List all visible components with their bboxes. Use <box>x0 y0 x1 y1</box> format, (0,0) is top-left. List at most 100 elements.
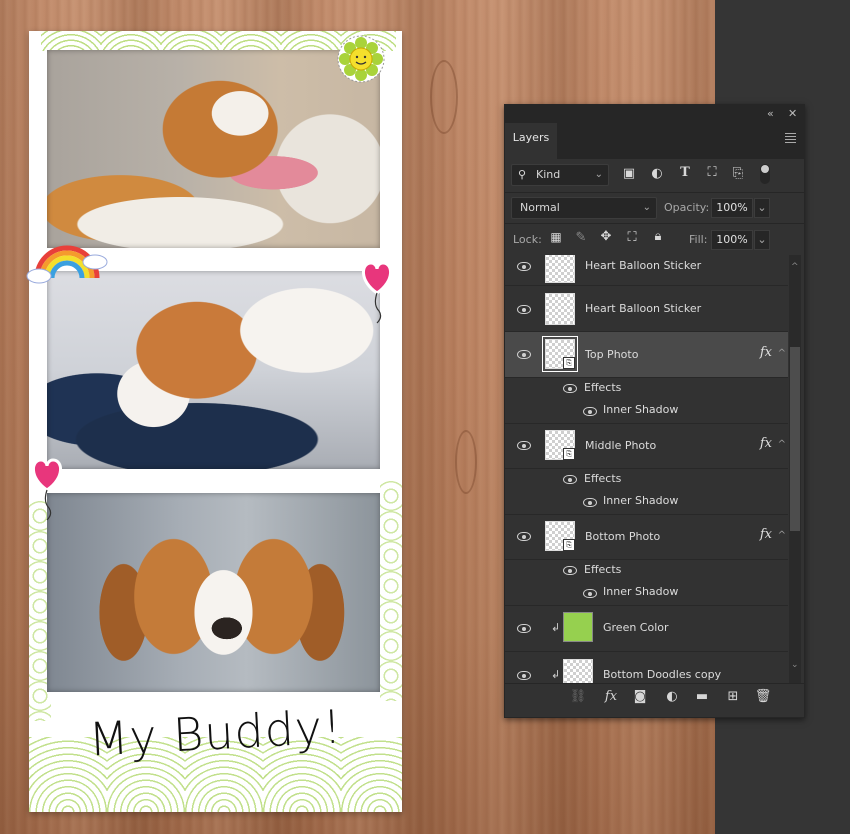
scroll-down-arrow[interactable]: ⌄ <box>791 660 799 670</box>
layers-list: Heart Balloon Sticker Heart Balloon Stic… <box>505 255 788 683</box>
blend-mode-value: Normal <box>520 201 560 214</box>
layer-name: Heart Balloon Sticker <box>585 259 702 272</box>
fill-dropdown-button[interactable]: ⌄ <box>754 230 770 250</box>
delete-layer-icon[interactable]: 🗑︎ <box>754 689 772 704</box>
fx-icon[interactable]: fx <box>760 436 772 451</box>
visibility-eye-icon[interactable] <box>563 475 577 484</box>
close-panel-button[interactable]: ✕ <box>788 107 797 120</box>
layer-thumbnail <box>545 293 575 325</box>
lock-artboard-icon[interactable]: ⛶ <box>623 230 641 245</box>
image-filter-icon[interactable]: ▣ <box>620 166 638 181</box>
panel-footer: ⛓ fx ◙ ◐ ▬ ⊞ 🗑︎ <box>505 683 804 710</box>
fx-icon[interactable]: fx <box>602 689 620 704</box>
layer-row[interactable]: Heart Balloon Sticker <box>505 255 788 286</box>
effect-row[interactable]: Inner Shadow <box>505 399 788 424</box>
visibility-eye-icon[interactable] <box>517 441 531 450</box>
effects-row[interactable]: Effects <box>505 468 788 490</box>
layer-row-selected[interactable]: ⎘ Top Photo fx ^ <box>505 332 788 378</box>
shape-filter-icon[interactable]: ⛶ <box>703 165 721 180</box>
visibility-eye-icon[interactable] <box>517 305 531 314</box>
middle-photo[interactable] <box>47 271 380 469</box>
layer-thumbnail <box>545 255 575 283</box>
fill-input[interactable]: 100% <box>711 230 753 250</box>
visibility-eye-icon[interactable] <box>517 671 531 680</box>
visibility-eye-icon[interactable] <box>517 262 531 271</box>
effect-row[interactable]: Inner Shadow <box>505 581 788 606</box>
effect-name: Inner Shadow <box>603 494 679 507</box>
collapse-effects-icon[interactable]: ^ <box>778 348 786 359</box>
visibility-eye-icon[interactable] <box>517 350 531 359</box>
effects-row[interactable]: Effects <box>505 559 788 581</box>
effects-row[interactable]: Effects <box>505 377 788 399</box>
clipping-mask-icon: ↲ <box>551 668 561 681</box>
bottom-photo[interactable] <box>47 493 380 692</box>
wood-knot <box>430 60 458 134</box>
collapse-effects-icon[interactable]: ^ <box>778 530 786 541</box>
new-group-icon[interactable]: ▬ <box>693 689 711 704</box>
side-doodles <box>380 481 402 701</box>
layer-row[interactable]: ↲ Green Color <box>505 605 788 652</box>
panel-menu-icon[interactable] <box>785 133 796 145</box>
smart-object-icon: ⎘ <box>563 448 575 460</box>
lock-transparent-pixels-icon[interactable]: ▦ <box>547 230 565 244</box>
layer-row[interactable]: Heart Balloon Sticker <box>505 285 788 332</box>
lock-label: Lock: <box>513 233 542 246</box>
heart-balloon-sticker[interactable] <box>355 255 399 325</box>
effect-row[interactable]: Inner Shadow <box>505 490 788 515</box>
adjustment-layer-icon[interactable]: ◐ <box>663 689 681 704</box>
visibility-eye-icon[interactable] <box>517 624 531 633</box>
type-filter-icon[interactable]: T <box>676 165 694 180</box>
layer-row[interactable]: ↲ Bottom Doodles copy <box>505 652 788 683</box>
opacity-input[interactable]: 100% <box>711 198 753 218</box>
layer-row[interactable]: ⎘ Bottom Photo fx ^ <box>505 514 788 560</box>
clipping-mask-icon: ↲ <box>551 621 561 634</box>
visibility-eye-icon[interactable] <box>563 566 577 575</box>
visibility-eye-icon[interactable] <box>517 532 531 541</box>
opacity-dropdown-button[interactable]: ⌄ <box>754 198 770 218</box>
wood-knot <box>455 430 477 494</box>
link-layers-icon[interactable]: ⛓ <box>569 689 587 704</box>
layer-name: Bottom Photo <box>585 530 661 543</box>
tab-layers[interactable]: Layers <box>505 123 557 159</box>
smart-object-filter-icon[interactable]: ⎘ <box>729 166 747 181</box>
heart-balloon-sticker[interactable] <box>25 452 69 522</box>
filter-toggle[interactable] <box>760 164 770 184</box>
layer-thumbnail: ⎘ <box>542 336 578 372</box>
chevron-down-icon: ⌄ <box>594 169 603 180</box>
visibility-eye-icon[interactable] <box>563 384 577 393</box>
layers-panel: « ✕ Layers ⚲ Kind ⌄ ▣ ◐ T ⛶ ⎘ Normal ⌄ O… <box>504 104 805 718</box>
adjustment-filter-icon[interactable]: ◐ <box>648 166 666 181</box>
fx-icon[interactable]: fx <box>760 345 772 360</box>
opacity-label: Opacity: <box>664 201 710 214</box>
layer-name: Middle Photo <box>585 439 657 452</box>
add-mask-icon[interactable]: ◙ <box>631 689 649 704</box>
lock-image-pixels-icon[interactable]: ✎ <box>572 230 590 245</box>
visibility-eye-icon[interactable] <box>583 589 597 598</box>
collapse-panel-button[interactable]: « <box>767 107 774 120</box>
filter-toggle-knob <box>761 165 769 173</box>
new-layer-icon[interactable]: ⊞ <box>724 689 742 704</box>
visibility-eye-icon[interactable] <box>583 407 597 416</box>
lock-position-icon[interactable]: ✥ <box>597 229 615 244</box>
rainbow-sticker[interactable] <box>25 232 111 286</box>
collapse-effects-icon[interactable]: ^ <box>778 439 786 450</box>
top-photo[interactable] <box>47 50 380 248</box>
effects-label: Effects <box>584 563 622 576</box>
layer-row[interactable]: ⎘ Middle Photo fx ^ <box>505 423 788 469</box>
photo-strip[interactable]: My Buddy! <box>29 31 402 812</box>
effect-name: Inner Shadow <box>603 403 679 416</box>
filter-kind-select[interactable]: ⚲ Kind ⌄ <box>511 164 609 186</box>
sun-flower-sticker[interactable] <box>336 33 386 85</box>
effects-label: Effects <box>584 381 622 394</box>
scrollbar-thumb[interactable] <box>790 347 800 531</box>
divider <box>505 223 804 224</box>
effects-label: Effects <box>584 472 622 485</box>
lock-all-icon[interactable]: 🔒︎ <box>649 229 667 244</box>
smart-object-icon: ⎘ <box>563 539 575 551</box>
layer-thumbnail <box>563 612 593 642</box>
fill-label: Fill: <box>689 233 708 246</box>
visibility-eye-icon[interactable] <box>583 498 597 507</box>
blend-mode-select[interactable]: Normal ⌄ <box>511 197 657 219</box>
fx-icon[interactable]: fx <box>760 527 772 542</box>
scroll-up-arrow[interactable]: ^ <box>791 262 799 272</box>
